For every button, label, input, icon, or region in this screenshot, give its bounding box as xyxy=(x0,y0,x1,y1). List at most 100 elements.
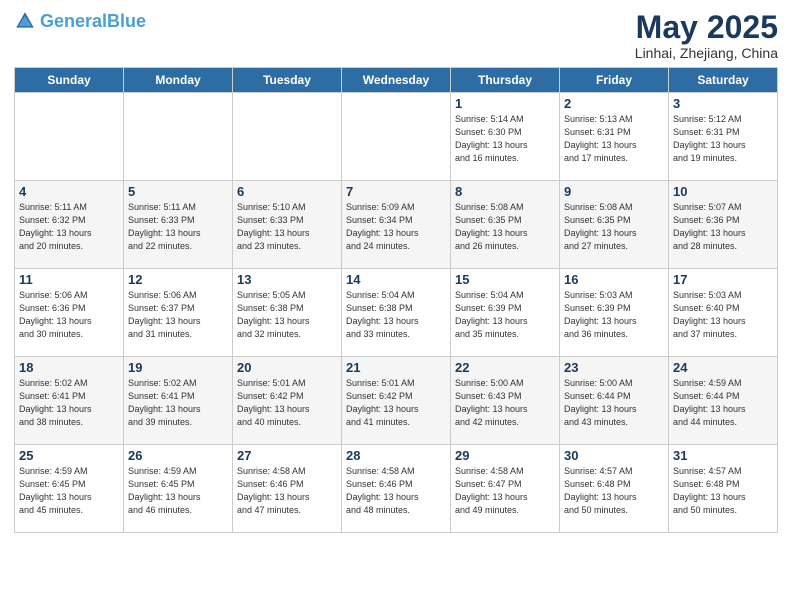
day-info: Sunrise: 4:59 AM Sunset: 6:44 PM Dayligh… xyxy=(673,377,773,429)
calendar-cell: 20 Sunrise: 5:01 AM Sunset: 6:42 PM Dayli… xyxy=(233,357,342,445)
day-info: Sunrise: 4:59 AM Sunset: 6:45 PM Dayligh… xyxy=(128,465,228,517)
calendar-cell: 28Sunrise: 4:58 AM Sunset: 6:46 PM Dayli… xyxy=(342,445,451,533)
calendar-cell xyxy=(342,93,451,181)
calendar-cell: 24 Sunrise: 4:59 AM Sunset: 6:44 PM Dayli… xyxy=(669,357,778,445)
logo-blue: Blue xyxy=(107,11,146,31)
day-number: 4 xyxy=(19,184,119,199)
day-info: Sunrise: 4:58 AM Sunset: 6:47 PM Dayligh… xyxy=(455,465,555,517)
day-number: 3 xyxy=(673,96,773,111)
calendar-week-5: 25 Sunrise: 4:59 AM Sunset: 6:45 PM Dayli… xyxy=(15,445,778,533)
day-info: Sunrise: 5:02 AM Sunset: 6:41 PM Dayligh… xyxy=(128,377,228,429)
calendar-cell: 26Sunrise: 4:59 AM Sunset: 6:45 PM Dayli… xyxy=(124,445,233,533)
col-saturday: Saturday xyxy=(669,68,778,93)
calendar-cell: 5Sunrise: 5:11 AM Sunset: 6:33 PM Daylig… xyxy=(124,181,233,269)
logo-general: General xyxy=(40,11,107,31)
day-number: 16 xyxy=(564,272,664,287)
day-number: 6 xyxy=(237,184,337,199)
col-sunday: Sunday xyxy=(15,68,124,93)
calendar-cell: 7Sunrise: 5:09 AM Sunset: 6:34 PM Daylig… xyxy=(342,181,451,269)
calendar-week-4: 18Sunrise: 5:02 AM Sunset: 6:41 PM Dayli… xyxy=(15,357,778,445)
header: GeneralBlue May 2025 Linhai, Zhejiang, C… xyxy=(14,10,778,61)
calendar-cell: 22Sunrise: 5:00 AM Sunset: 6:43 PM Dayli… xyxy=(451,357,560,445)
calendar-cell: 17 Sunrise: 5:03 AM Sunset: 6:40 PM Dayli… xyxy=(669,269,778,357)
col-monday: Monday xyxy=(124,68,233,93)
day-info: Sunrise: 4:58 AM Sunset: 6:46 PM Dayligh… xyxy=(346,465,446,517)
day-info: Sunrise: 5:08 AM Sunset: 6:35 PM Dayligh… xyxy=(564,201,664,253)
day-number: 11 xyxy=(19,272,119,287)
day-number: 17 xyxy=(673,272,773,287)
col-tuesday: Tuesday xyxy=(233,68,342,93)
logo-icon xyxy=(14,10,36,32)
day-number: 9 xyxy=(564,184,664,199)
day-number: 19 xyxy=(128,360,228,375)
calendar-week-2: 4 Sunrise: 5:11 AM Sunset: 6:32 PM Daylig… xyxy=(15,181,778,269)
calendar-cell: 12 Sunrise: 5:06 AM Sunset: 6:37 PM Dayli… xyxy=(124,269,233,357)
col-friday: Friday xyxy=(560,68,669,93)
calendar-cell: 15Sunrise: 5:04 AM Sunset: 6:39 PM Dayli… xyxy=(451,269,560,357)
calendar-cell: 31Sunrise: 4:57 AM Sunset: 6:48 PM Dayli… xyxy=(669,445,778,533)
day-info: Sunrise: 5:00 AM Sunset: 6:44 PM Dayligh… xyxy=(564,377,664,429)
calendar-cell: 13Sunrise: 5:05 AM Sunset: 6:38 PM Dayli… xyxy=(233,269,342,357)
day-info: Sunrise: 5:11 AM Sunset: 6:32 PM Dayligh… xyxy=(19,201,119,253)
day-number: 14 xyxy=(346,272,446,287)
calendar-cell xyxy=(15,93,124,181)
day-info: Sunrise: 5:07 AM Sunset: 6:36 PM Dayligh… xyxy=(673,201,773,253)
calendar-week-3: 11Sunrise: 5:06 AM Sunset: 6:36 PM Dayli… xyxy=(15,269,778,357)
page: GeneralBlue May 2025 Linhai, Zhejiang, C… xyxy=(0,0,792,612)
day-number: 25 xyxy=(19,448,119,463)
day-number: 20 xyxy=(237,360,337,375)
calendar-cell: 14 Sunrise: 5:04 AM Sunset: 6:38 PM Dayli… xyxy=(342,269,451,357)
location: Linhai, Zhejiang, China xyxy=(635,45,778,61)
day-info: Sunrise: 5:00 AM Sunset: 6:43 PM Dayligh… xyxy=(455,377,555,429)
day-number: 2 xyxy=(564,96,664,111)
day-info: Sunrise: 5:03 AM Sunset: 6:40 PM Dayligh… xyxy=(673,289,773,341)
calendar-cell: 18Sunrise: 5:02 AM Sunset: 6:41 PM Dayli… xyxy=(15,357,124,445)
logo-text: GeneralBlue xyxy=(40,12,146,30)
day-info: Sunrise: 5:04 AM Sunset: 6:39 PM Dayligh… xyxy=(455,289,555,341)
col-wednesday: Wednesday xyxy=(342,68,451,93)
day-info: Sunrise: 5:02 AM Sunset: 6:41 PM Dayligh… xyxy=(19,377,119,429)
day-info: Sunrise: 5:01 AM Sunset: 6:42 PM Dayligh… xyxy=(346,377,446,429)
calendar-cell: 16Sunrise: 5:03 AM Sunset: 6:39 PM Dayli… xyxy=(560,269,669,357)
day-number: 29 xyxy=(455,448,555,463)
calendar-cell: 25 Sunrise: 4:59 AM Sunset: 6:45 PM Dayli… xyxy=(15,445,124,533)
calendar-cell: 2 Sunrise: 5:13 AM Sunset: 6:31 PM Daylig… xyxy=(560,93,669,181)
day-info: Sunrise: 5:13 AM Sunset: 6:31 PM Dayligh… xyxy=(564,113,664,165)
calendar-header-row: Sunday Monday Tuesday Wednesday Thursday… xyxy=(15,68,778,93)
calendar-cell: 30Sunrise: 4:57 AM Sunset: 6:48 PM Dayli… xyxy=(560,445,669,533)
day-number: 7 xyxy=(346,184,446,199)
day-number: 24 xyxy=(673,360,773,375)
calendar-week-1: 1 Sunrise: 5:14 AM Sunset: 6:30 PM Daylig… xyxy=(15,93,778,181)
calendar-cell: 27Sunrise: 4:58 AM Sunset: 6:46 PM Dayli… xyxy=(233,445,342,533)
day-info: Sunrise: 4:57 AM Sunset: 6:48 PM Dayligh… xyxy=(673,465,773,517)
logo: GeneralBlue xyxy=(14,10,146,32)
day-info: Sunrise: 5:08 AM Sunset: 6:35 PM Dayligh… xyxy=(455,201,555,253)
calendar-cell: 10 Sunrise: 5:07 AM Sunset: 6:36 PM Dayli… xyxy=(669,181,778,269)
title-block: May 2025 Linhai, Zhejiang, China xyxy=(635,10,778,61)
day-info: Sunrise: 4:59 AM Sunset: 6:45 PM Dayligh… xyxy=(19,465,119,517)
calendar: Sunday Monday Tuesday Wednesday Thursday… xyxy=(14,67,778,533)
day-number: 1 xyxy=(455,96,555,111)
day-info: Sunrise: 5:10 AM Sunset: 6:33 PM Dayligh… xyxy=(237,201,337,253)
day-info: Sunrise: 5:01 AM Sunset: 6:42 PM Dayligh… xyxy=(237,377,337,429)
calendar-cell: 3Sunrise: 5:12 AM Sunset: 6:31 PM Daylig… xyxy=(669,93,778,181)
day-info: Sunrise: 5:14 AM Sunset: 6:30 PM Dayligh… xyxy=(455,113,555,165)
day-number: 10 xyxy=(673,184,773,199)
calendar-cell: 4 Sunrise: 5:11 AM Sunset: 6:32 PM Daylig… xyxy=(15,181,124,269)
calendar-cell: 6 Sunrise: 5:10 AM Sunset: 6:33 PM Daylig… xyxy=(233,181,342,269)
day-info: Sunrise: 5:11 AM Sunset: 6:33 PM Dayligh… xyxy=(128,201,228,253)
day-number: 30 xyxy=(564,448,664,463)
day-info: Sunrise: 4:58 AM Sunset: 6:46 PM Dayligh… xyxy=(237,465,337,517)
day-info: Sunrise: 5:06 AM Sunset: 6:37 PM Dayligh… xyxy=(128,289,228,341)
calendar-cell: 11Sunrise: 5:06 AM Sunset: 6:36 PM Dayli… xyxy=(15,269,124,357)
day-info: Sunrise: 5:04 AM Sunset: 6:38 PM Dayligh… xyxy=(346,289,446,341)
calendar-cell: 9 Sunrise: 5:08 AM Sunset: 6:35 PM Daylig… xyxy=(560,181,669,269)
col-thursday: Thursday xyxy=(451,68,560,93)
month-title: May 2025 xyxy=(635,10,778,45)
calendar-cell: 21Sunrise: 5:01 AM Sunset: 6:42 PM Dayli… xyxy=(342,357,451,445)
calendar-cell: 8 Sunrise: 5:08 AM Sunset: 6:35 PM Daylig… xyxy=(451,181,560,269)
day-number: 12 xyxy=(128,272,228,287)
calendar-cell: 1 Sunrise: 5:14 AM Sunset: 6:30 PM Daylig… xyxy=(451,93,560,181)
calendar-cell: 23Sunrise: 5:00 AM Sunset: 6:44 PM Dayli… xyxy=(560,357,669,445)
day-number: 8 xyxy=(455,184,555,199)
